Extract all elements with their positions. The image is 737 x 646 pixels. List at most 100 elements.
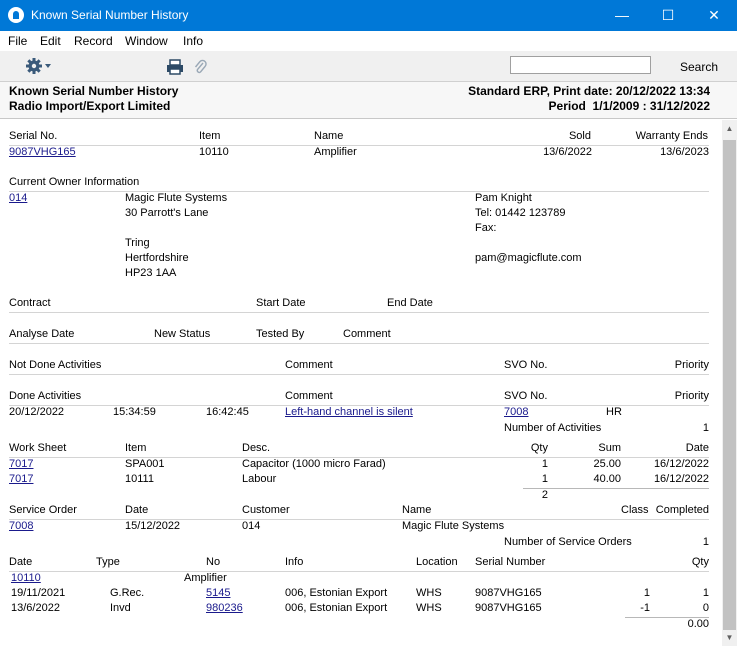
owner-email: pam@magicflute.com — [475, 252, 582, 264]
tx-item-name: Amplifier — [184, 572, 227, 584]
activities-count: 1 — [702, 422, 709, 434]
ws-col-date: Date — [685, 442, 709, 454]
so-row-name: Magic Flute Systems — [402, 520, 505, 532]
so-col-customer: Customer — [242, 504, 290, 516]
gear-icon — [26, 58, 51, 74]
attach-button[interactable] — [193, 58, 207, 79]
menu-window[interactable]: Window — [125, 34, 168, 48]
divider — [9, 343, 709, 344]
so-col-name: Name — [402, 504, 432, 516]
tx-row-2-type: Invd — [110, 602, 131, 614]
ws-row-1-desc: Capacitor (1000 micro Farad) — [242, 458, 386, 470]
report-header: Known Serial Number History Radio Import… — [0, 82, 737, 119]
so-row-link[interactable]: 7008 — [9, 520, 33, 532]
print-button[interactable] — [166, 59, 184, 78]
scroll-down-icon[interactable]: ▼ — [722, 629, 737, 646]
not-done-svo: SVO No. — [504, 359, 548, 371]
company-name: Radio Import/Export Limited — [9, 99, 171, 113]
owner-name: Magic Flute Systems — [125, 192, 228, 204]
owner-address-2: Tring — [125, 237, 150, 249]
gear-menu-button[interactable] — [25, 57, 55, 78]
tx-row-1-no-link[interactable]: 5145 — [206, 587, 230, 599]
owner-heading: Current Owner Information — [9, 176, 140, 188]
ws-row-1-sum: 25.00 — [593, 458, 621, 470]
report-period: Period 1/1/2009 : 31/12/2022 — [548, 99, 710, 113]
divider — [9, 145, 709, 146]
owner-code-link[interactable]: 014 — [9, 192, 27, 204]
ws-col-desc: Desc. — [242, 442, 271, 454]
menu-info[interactable]: Info — [183, 34, 203, 48]
so-row-customer: 014 — [242, 520, 261, 532]
serial-no-link[interactable]: 9087VHG165 — [9, 146, 76, 158]
done-end-time: 16:42:45 — [206, 406, 249, 418]
contract-label: Contract — [9, 297, 51, 309]
ws-col-sum: Sum — [598, 442, 621, 454]
tx-row-1-location: WHS — [416, 587, 442, 599]
tx-col-type: Type — [96, 556, 120, 568]
vertical-scrollbar[interactable]: ▲ ▼ — [722, 120, 737, 646]
search-input[interactable] — [510, 56, 651, 74]
scroll-up-icon[interactable]: ▲ — [722, 120, 737, 137]
not-done-priority: Priority — [674, 359, 709, 371]
toolbar: Search — [0, 51, 737, 82]
serial-sold: 13/6/2022 — [543, 146, 592, 158]
so-row-date: 15/12/2022 — [125, 520, 181, 532]
serial-item: 10110 — [199, 146, 229, 158]
ws-row-2-date: 16/12/2022 — [653, 473, 709, 485]
ws-row-1-ws-link[interactable]: 7017 — [9, 458, 33, 470]
done-date: 20/12/2022 — [9, 406, 65, 418]
menu-file[interactable]: File — [8, 34, 27, 48]
tx-col-serial: Serial Number — [475, 556, 546, 568]
ws-total-qty: 2 — [541, 489, 548, 501]
ws-row-1-item: SPA001 — [125, 458, 165, 470]
divider — [9, 374, 709, 375]
total-rule — [523, 488, 709, 489]
ws-row-2-item: 10111 — [125, 473, 154, 485]
owner-contact: Pam Knight — [475, 192, 532, 204]
title-bar: Known Serial Number History — ☐ ✕ — [0, 0, 737, 31]
menu-bar: File Edit Record Window Info — [0, 31, 737, 51]
tx-row-1-balance: 1 — [702, 587, 709, 599]
end-date-label: End Date — [387, 297, 433, 309]
minimize-button[interactable]: — — [599, 0, 645, 31]
tx-col-location: Location — [416, 556, 458, 568]
done-svo-link[interactable]: 7008 — [504, 406, 528, 418]
col-sold: Sold — [568, 130, 591, 142]
tx-row-2-serial: 9087VHG165 — [475, 602, 542, 614]
ws-row-2-qty: 1 — [541, 473, 548, 485]
serial-warranty: 13/6/2023 — [660, 146, 709, 158]
done-comment-header: Comment — [285, 390, 333, 402]
tx-row-1-qty: 1 — [643, 587, 650, 599]
maximize-button[interactable]: ☐ — [645, 0, 691, 31]
tx-row-2-no-link[interactable]: 980236 — [206, 602, 243, 614]
ws-row-2-ws-link[interactable]: 7017 — [9, 473, 33, 485]
app-icon — [8, 7, 24, 23]
menu-record[interactable]: Record — [74, 34, 113, 48]
col-item: Item — [199, 130, 221, 142]
col-serial-no: Serial No. — [9, 130, 58, 142]
tx-row-2-info: 006, Estonian Export — [285, 602, 388, 614]
tx-item-link[interactable]: 10110 — [11, 572, 41, 584]
divider — [9, 312, 709, 313]
printer-icon — [167, 59, 183, 75]
tx-col-info: Info — [285, 556, 304, 568]
new-status-label: New Status — [154, 328, 211, 340]
tx-total: 0.00 — [687, 618, 709, 630]
tx-row-1-type: G.Rec. — [110, 587, 145, 599]
done-comment-link[interactable]: Left-hand channel is silent — [285, 406, 413, 418]
tx-row-2-location: WHS — [416, 602, 442, 614]
paperclip-icon — [194, 59, 207, 74]
owner-address-3: Hertfordshire — [125, 252, 189, 264]
scroll-thumb[interactable] — [723, 140, 736, 630]
menu-edit[interactable]: Edit — [40, 34, 61, 48]
ws-row-2-desc: Labour — [242, 473, 277, 485]
ws-row-2-sum: 40.00 — [593, 473, 621, 485]
done-priority: HR — [606, 406, 622, 418]
close-button[interactable]: ✕ — [691, 0, 737, 31]
tx-row-1-serial: 9087VHG165 — [475, 587, 542, 599]
owner-address-1: 30 Parrott's Lane — [125, 207, 209, 219]
search-button[interactable]: Search — [680, 60, 718, 74]
ws-col-qty: Qty — [530, 442, 548, 454]
so-col-date: Date — [125, 504, 149, 516]
tx-row-2-date: 13/6/2022 — [11, 602, 60, 614]
